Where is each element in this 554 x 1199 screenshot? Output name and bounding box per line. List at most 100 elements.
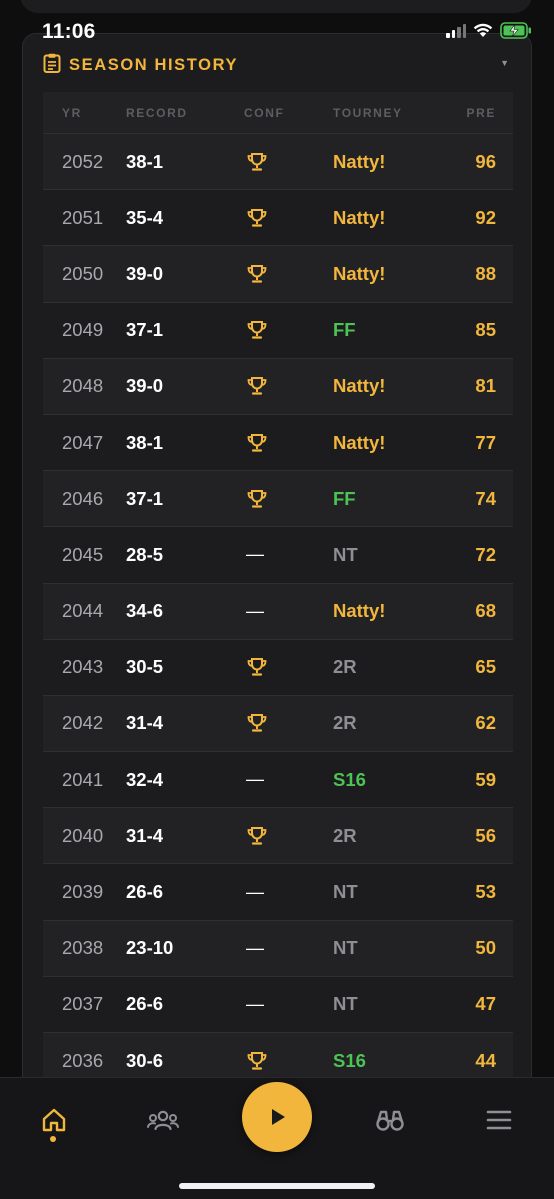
season-record: 37-1 [126, 487, 164, 509]
table-row[interactable]: 2040 31-4 2R 56 [43, 808, 513, 865]
trophy-icon [247, 1051, 267, 1070]
tourney-result: Natty! [333, 206, 386, 228]
tourney-result: Natty! [333, 262, 386, 284]
column-header-yr: YR [62, 105, 82, 120]
table-row[interactable]: 2041 32-4 — S16 59 [43, 752, 513, 809]
tourney-result: 2R [333, 656, 357, 678]
season-year: 2050 [62, 262, 104, 284]
trophy-icon [247, 826, 267, 845]
table-row[interactable]: 2048 39-0 Natty! 81 [43, 358, 513, 415]
season-year: 2052 [62, 150, 104, 172]
panel-title: SEASON HISTORY [69, 56, 239, 74]
tourney-result: S16 [333, 768, 366, 790]
season-record: 38-1 [126, 150, 164, 172]
preseason-rating: 65 [475, 656, 496, 678]
table-row[interactable]: 2038 23-10 — NT 50 [43, 920, 513, 977]
season-record: 30-6 [126, 1049, 164, 1071]
table-row[interactable]: 2042 31-4 2R 62 [43, 695, 513, 753]
season-record: 34-6 [126, 600, 164, 622]
preseason-rating: 59 [475, 768, 496, 790]
home-indicator [179, 1183, 375, 1189]
season-record: 26-6 [126, 881, 164, 903]
conference-result: — [246, 937, 264, 958]
table-row[interactable]: 2045 28-5 — NT 72 [43, 527, 513, 584]
season-year: 2046 [62, 487, 104, 509]
season-year: 2039 [62, 881, 104, 903]
tab-team[interactable] [143, 1100, 183, 1140]
preseason-rating: 47 [475, 993, 496, 1015]
conference-result [244, 1051, 333, 1071]
collapse-caret-icon[interactable]: ▼ [500, 58, 509, 68]
tourney-result: 2R [333, 712, 357, 734]
season-record: 28-5 [126, 543, 164, 565]
column-header-pre: PRE [466, 105, 496, 120]
season-record: 26-6 [126, 993, 164, 1015]
conference-result [244, 264, 333, 284]
battery-charging-icon [500, 22, 531, 39]
conference-result [244, 433, 333, 453]
table-row[interactable]: 2039 26-6 — NT 53 [43, 864, 513, 921]
table-row[interactable]: 2047 38-1 Natty! 77 [43, 415, 513, 472]
preseason-rating: 50 [475, 937, 496, 959]
preseason-rating: 56 [475, 824, 496, 846]
preseason-rating: 77 [475, 431, 496, 453]
group-icon [147, 1110, 179, 1131]
menu-icon [486, 1110, 512, 1130]
status-time: 11:06 [42, 20, 96, 43]
play-icon [272, 1109, 285, 1125]
season-record: 38-1 [126, 431, 164, 453]
season-year: 2037 [62, 993, 104, 1015]
table-row[interactable]: 2051 35-4 Natty! 92 [43, 190, 513, 247]
preseason-rating: 88 [475, 262, 496, 284]
table-header: YR RECORD CONF TOURNEY PRE [43, 92, 513, 134]
preseason-rating: 92 [475, 206, 496, 228]
tourney-result: NT [333, 993, 358, 1015]
season-year: 2047 [62, 431, 104, 453]
column-header-tourney: TOURNEY [333, 105, 403, 120]
table-row[interactable]: 2049 37-1 FF 85 [43, 303, 513, 359]
preseason-rating: 68 [475, 600, 496, 622]
season-record: 30-5 [126, 656, 164, 678]
season-record: 31-4 [126, 824, 164, 846]
preseason-rating: 96 [475, 150, 496, 172]
conference-result: — [246, 769, 264, 790]
table-row[interactable]: 2043 30-5 2R 65 [43, 640, 513, 696]
table-body: 2052 38-1 Natty! 96 2051 35-4 Natty! 92 2050 39-0… [43, 134, 513, 1090]
conference-result: — [246, 600, 264, 621]
preseason-rating: 72 [475, 543, 496, 565]
table-row[interactable]: 2046 37-1 FF 74 [43, 471, 513, 528]
tourney-result: S16 [333, 1049, 366, 1071]
tourney-result: 2R [333, 824, 357, 846]
active-tab-indicator [50, 1136, 56, 1142]
conference-result [244, 152, 333, 172]
season-record: 31-4 [126, 712, 164, 734]
trophy-icon [247, 321, 267, 339]
play-button[interactable] [242, 1082, 312, 1152]
preseason-rating: 74 [475, 487, 496, 509]
conference-result [244, 320, 333, 340]
table-row[interactable]: 2037 26-6 — NT 47 [43, 977, 513, 1033]
tab-scout[interactable] [370, 1100, 410, 1140]
table-row[interactable]: 2044 34-6 — Natty! 68 [43, 583, 513, 640]
tab-menu[interactable] [479, 1100, 519, 1140]
table-row[interactable]: 2050 39-0 Natty! 88 [43, 246, 513, 303]
season-year: 2048 [62, 375, 104, 397]
season-record: 35-4 [126, 206, 164, 228]
trophy-icon [247, 433, 267, 452]
trophy-icon [247, 714, 267, 733]
tab-home[interactable] [34, 1100, 74, 1140]
table-row[interactable]: 2052 38-1 Natty! 96 [43, 134, 513, 191]
season-history-panel: SEASON HISTORY ▼ YR RECORD CONF TOURNEY … [22, 33, 532, 1093]
season-year: 2049 [62, 319, 104, 341]
season-year: 2040 [62, 824, 104, 846]
conference-result [244, 657, 333, 677]
season-year: 2051 [62, 206, 104, 228]
status-icons [446, 22, 532, 39]
conference-result: — [246, 544, 264, 565]
preseason-rating: 44 [475, 1049, 496, 1071]
season-record: 39-0 [126, 375, 164, 397]
status-bar: 11:06 [0, 0, 554, 50]
trophy-icon [247, 264, 267, 283]
season-year: 2041 [62, 768, 104, 790]
conference-result [244, 376, 333, 396]
